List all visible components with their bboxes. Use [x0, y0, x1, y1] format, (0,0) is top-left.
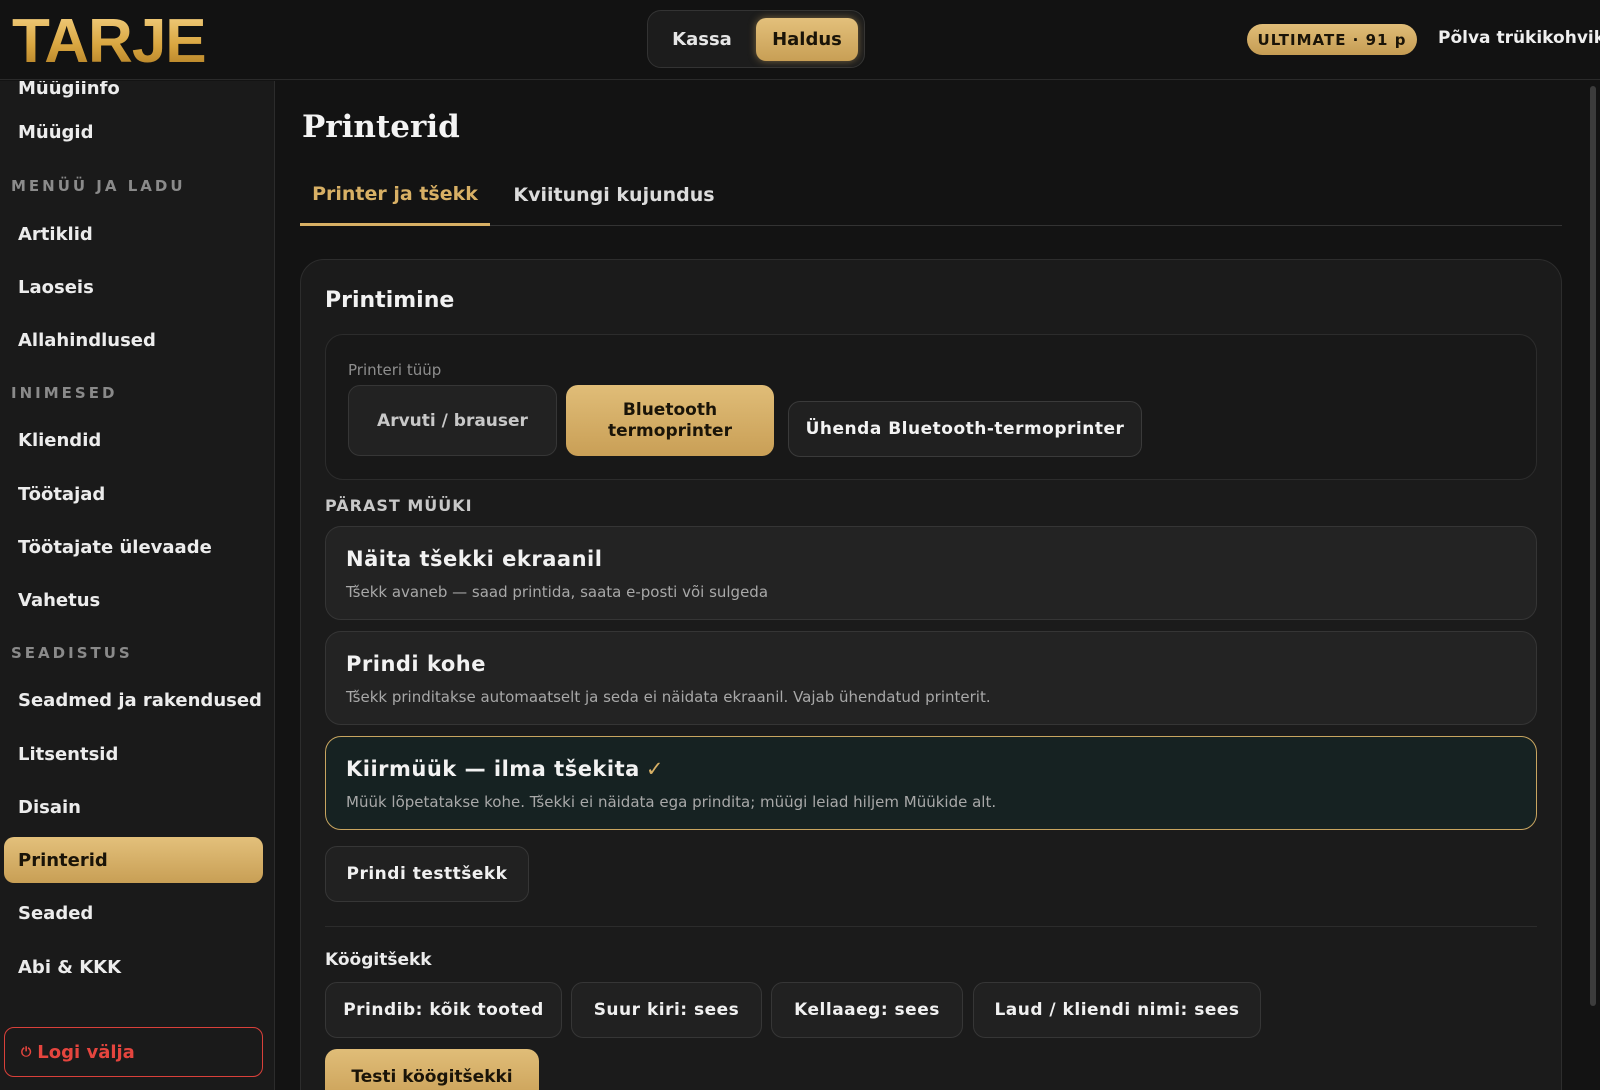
sidebar-item-disain[interactable]: Disain: [4, 784, 263, 830]
kitchen-prints-toggle[interactable]: Prindib: kõik tooted: [325, 982, 562, 1038]
top-bar: TARJE Kassa Haldus ULTIMATE · 91 p Põlva…: [0, 0, 1600, 80]
sidebar-item-abi[interactable]: Abi & KKK: [4, 944, 263, 990]
store-name[interactable]: Põlva trükikohvik: [1438, 28, 1600, 48]
mode-kassa-button[interactable]: Kassa: [656, 18, 748, 61]
sidebar-item-muugid[interactable]: Müügid: [4, 109, 263, 155]
option-description: Müük lõpetatakse kohe. Tšekki ei näidata…: [346, 793, 997, 811]
logout-label: Logi välja: [37, 1041, 135, 1063]
option-quick-sale[interactable]: Kiirmüük — ilma tšekita ✓ Müük lõpetataks…: [325, 736, 1537, 830]
sidebar-item-tootajad[interactable]: Töötajad: [4, 471, 263, 517]
brand-logo[interactable]: TARJE: [12, 6, 312, 74]
kitchen-receipt-label: Köögitšekk: [325, 950, 432, 970]
page-title: Printerid: [302, 109, 460, 145]
sidebar-item-litsentsid[interactable]: Litsentsid: [4, 731, 263, 777]
option-title: Prindi kohe: [346, 652, 486, 676]
kitchen-large-font-toggle[interactable]: Suur kiri: sees: [571, 982, 762, 1038]
sidebar-item-artiklid[interactable]: Artiklid: [4, 211, 263, 257]
sidebar-section-setup: SEADISTUS: [11, 644, 133, 662]
checkmark-icon: ✓: [645, 757, 664, 781]
sidebar-item-tootajate-ulevaade[interactable]: Töötajate ülevaade: [4, 524, 263, 570]
after-sale-label: PÄRAST MÜÜKI: [325, 496, 473, 515]
printer-type-label: Printeri tüüp: [348, 361, 442, 379]
kitchen-table-name-toggle[interactable]: Laud / kliendi nimi: sees: [973, 982, 1261, 1038]
option-print-now[interactable]: Prindi kohe Tšekk prinditakse automaatse…: [325, 631, 1537, 725]
mode-haldus-button[interactable]: Haldus: [756, 18, 858, 61]
printer-type-browser-button[interactable]: Arvuti / brauser: [348, 385, 557, 456]
logout-button[interactable]: ⏻ Logi välja: [4, 1027, 263, 1077]
logo-text: TARJE: [12, 7, 206, 74]
option-description: Tšekk prinditakse automaatselt ja seda e…: [346, 688, 991, 706]
sidebar-item-vahetus[interactable]: Vahetus: [4, 577, 263, 623]
sidebar-item-kliendid[interactable]: Kliendid: [4, 417, 263, 463]
option-title-text: Kiirmüük — ilma tšekita: [346, 757, 640, 781]
sidebar-item-printerid[interactable]: Printerid: [4, 837, 263, 883]
option-title: Näita tšekki ekraanil: [346, 547, 603, 571]
sidebar: Müügiinfo Müügid MENÜÜ JA LADU Artiklid …: [0, 81, 275, 1090]
tab-bar: Printer ja tšekk Kviitungi kujundus: [300, 164, 1562, 226]
printer-type-bluetooth-button[interactable]: Bluetooth termoprinter: [566, 385, 774, 456]
sidebar-item-laoseis[interactable]: Laoseis: [4, 264, 263, 310]
kitchen-time-toggle[interactable]: Kellaaeg: sees: [771, 982, 963, 1038]
option-show-receipt[interactable]: Näita tšekki ekraanil Tšekk avaneb — saa…: [325, 526, 1537, 620]
tab-printer-receipt[interactable]: Printer ja tšekk: [300, 164, 490, 226]
print-test-receipt-button[interactable]: Prindi testtšekk: [325, 846, 529, 902]
sidebar-item-seaded[interactable]: Seaded: [4, 890, 263, 936]
printer-type-box: Printeri tüüp Arvuti / brauser Bluetooth…: [325, 334, 1537, 480]
sidebar-section-people: INIMESED: [11, 384, 118, 402]
power-icon: ⏻: [21, 1044, 32, 1060]
card-title: Printimine: [325, 288, 455, 313]
main-content: Printerid Printer ja tšekk Kviitungi kuj…: [276, 81, 1588, 1090]
mode-toggle: Kassa Haldus: [647, 10, 865, 68]
sidebar-item-allahindlused[interactable]: Allahindlused: [4, 317, 263, 363]
connect-bluetooth-button[interactable]: Ühenda Bluetooth-termoprinter: [788, 401, 1142, 457]
test-kitchen-receipt-button[interactable]: Testi köögitšekki: [325, 1049, 539, 1090]
sidebar-section-menu: MENÜÜ JA LADU: [11, 177, 186, 195]
plan-badge[interactable]: ULTIMATE · 91 p: [1247, 24, 1417, 55]
tab-receipt-design[interactable]: Kviitungi kujundus: [500, 164, 728, 226]
divider: [325, 926, 1537, 927]
main-scrollbar[interactable]: [1590, 86, 1596, 1006]
option-title: Kiirmüük — ilma tšekita ✓: [346, 757, 664, 781]
option-description: Tšekk avaneb — saad printida, saata e-po…: [346, 583, 769, 601]
printing-card: Printimine Printeri tüüp Arvuti / brause…: [300, 259, 1562, 1090]
sidebar-item-seadmed[interactable]: Seadmed ja rakendused: [4, 677, 263, 723]
sidebar-item-muugiinfo[interactable]: Müügiinfo: [4, 81, 263, 111]
